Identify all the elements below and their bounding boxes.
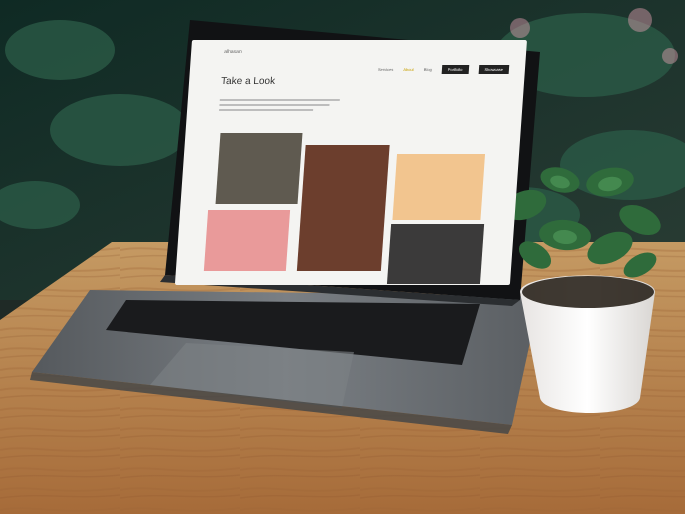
paragraph-line [219, 104, 330, 106]
gallery-tile-notebook[interactable] [215, 133, 303, 204]
site-header: alhasan Services About Blog Portfolio Sh… [190, 40, 527, 74]
gallery-tile-window[interactable] [296, 145, 390, 271]
laptop-screen: alhasan Services About Blog Portfolio Sh… [174, 40, 528, 285]
gallery-tile-bedroom[interactable] [386, 224, 485, 284]
nav-link-1[interactable]: Services [378, 67, 394, 72]
nav-button-2[interactable]: Showcase [478, 65, 510, 74]
paragraph-line [219, 99, 340, 101]
nav-link-3[interactable]: Blog [424, 67, 432, 72]
pot-soil [522, 276, 654, 308]
gallery-tile-object[interactable] [392, 154, 486, 220]
nav-button-1[interactable]: Portfolio [441, 65, 469, 74]
photo-scene: alhasan Services About Blog Portfolio Sh… [0, 0, 685, 514]
page-title: Take a Look [220, 76, 276, 87]
site-brand[interactable]: alhasan [224, 49, 242, 55]
gallery-tile-pink-book[interactable] [203, 210, 291, 271]
site-nav: Services About Blog Portfolio Showcase [378, 65, 510, 74]
paragraph-line [219, 109, 313, 111]
nav-link-2[interactable]: About [403, 67, 414, 72]
intro-paragraph [219, 96, 340, 114]
